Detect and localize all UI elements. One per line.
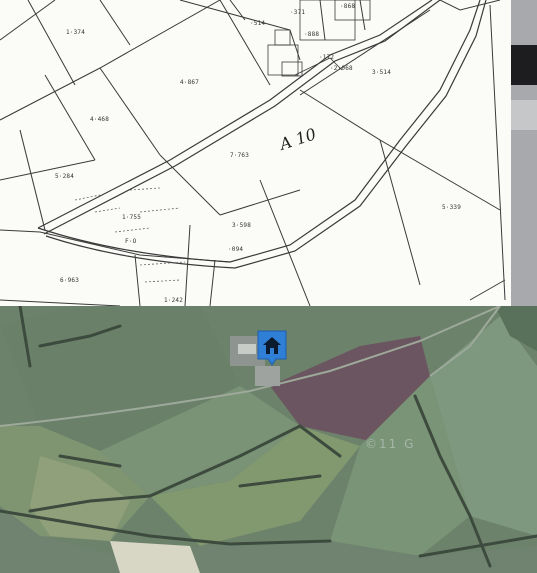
parcel-label: ·888 — [304, 31, 319, 38]
parcel-label: 4·468 — [90, 116, 109, 123]
map-comparison-view: 1·374 ·514 ·371 ·868 ·888 ·172 ·2·068 3·… — [0, 0, 537, 573]
parcel-label: ·094 — [228, 246, 243, 253]
parcel-label: ·868 — [340, 3, 355, 10]
parcel-label: F·O — [125, 238, 137, 245]
parcel-label: 4·867 — [180, 79, 199, 86]
parcel-label: ·172 — [319, 54, 334, 61]
parcel-label: 3·598 — [232, 222, 251, 229]
os-map-drawing: 1·374 ·514 ·371 ·868 ·888 ·172 ·2·068 3·… — [0, 0, 511, 306]
parcel-label: ·371 — [290, 9, 305, 16]
parcel-label: ·514 — [250, 20, 265, 27]
home-icon — [257, 330, 287, 366]
parcel-label: 5·339 — [442, 204, 461, 211]
parcel-label: 7·763 — [230, 152, 249, 159]
parcel-label: 6·963 — [60, 277, 79, 284]
historic-os-map[interactable]: 1·374 ·514 ·371 ·868 ·888 ·172 ·2·068 3·… — [0, 0, 511, 306]
home-location-marker[interactable] — [255, 329, 289, 367]
background-edge — [511, 0, 537, 306]
parcel-label: 1·242 — [164, 297, 183, 304]
parcel-label: ·2·068 — [330, 65, 353, 72]
imagery-watermark: ©11 G — [365, 437, 415, 451]
parcel-label: 1·755 — [122, 214, 141, 221]
parcel-label: 3·514 — [372, 69, 391, 76]
parcel-label: 5·284 — [55, 173, 74, 180]
parcel-label: 1·374 — [66, 29, 85, 36]
